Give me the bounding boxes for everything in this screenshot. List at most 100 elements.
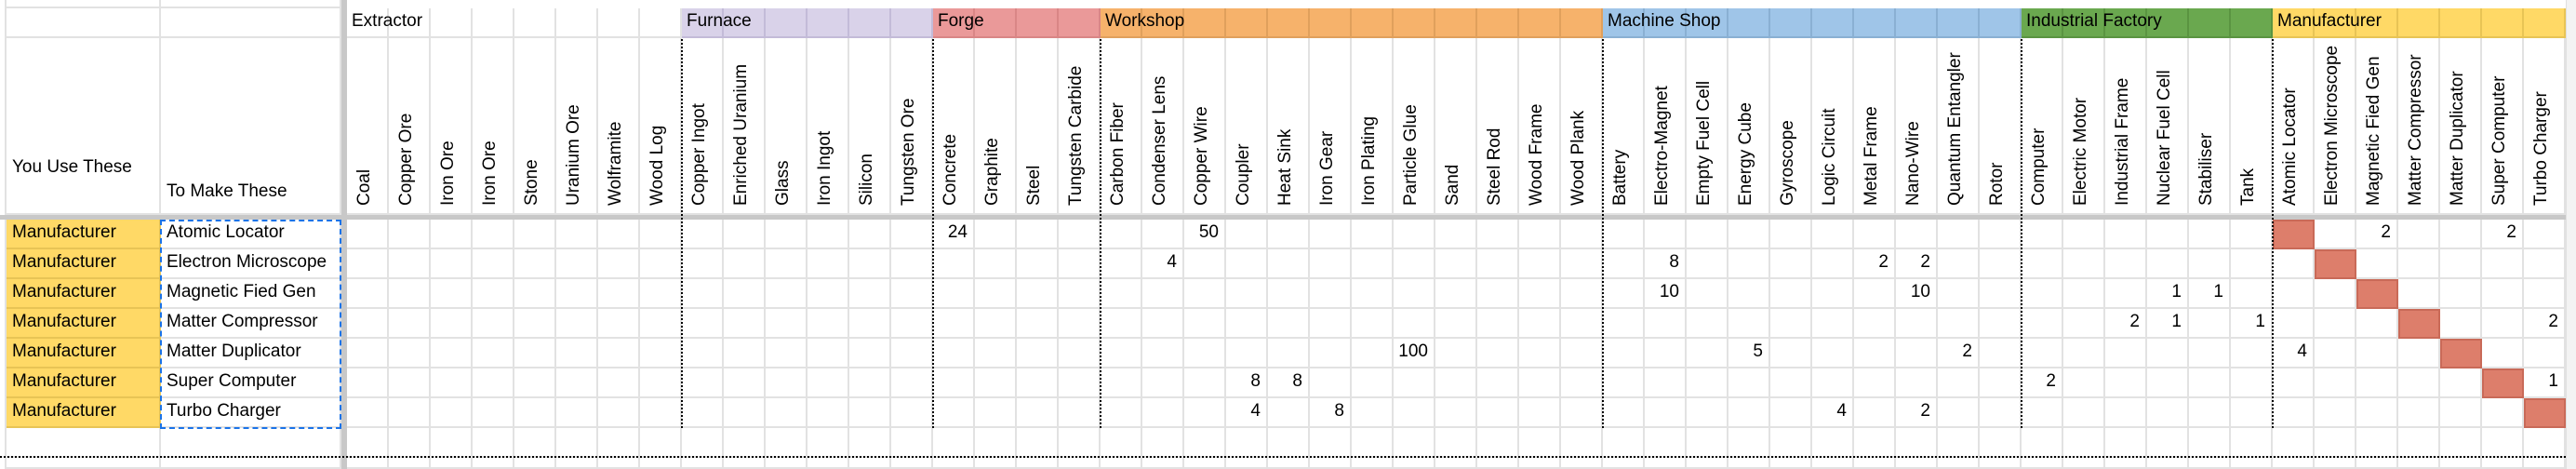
quantity-cell[interactable] (640, 249, 682, 279)
row-make-cell[interactable]: Atomic Locator (161, 220, 341, 249)
quantity-cell[interactable] (1980, 249, 2022, 279)
empty-cell[interactable] (1519, 428, 1561, 458)
quantity-cell[interactable] (1687, 368, 1728, 398)
empty-cell[interactable] (2105, 428, 2147, 458)
column-header-to-make-these[interactable]: To Make These (161, 38, 341, 215)
quantity-cell[interactable] (2105, 368, 2147, 398)
quantity-cell[interactable] (1938, 309, 1980, 339)
quantity-cell[interactable] (431, 279, 473, 309)
empty-cell[interactable] (2524, 428, 2566, 458)
quantity-cell[interactable] (1603, 398, 1645, 428)
quantity-cell[interactable] (1435, 249, 1477, 279)
quantity-cell[interactable] (2022, 309, 2063, 339)
quantity-cell[interactable] (2022, 220, 2063, 249)
quantity-cell[interactable] (1812, 279, 1854, 309)
empty-cell[interactable] (598, 428, 640, 458)
quantity-cell[interactable] (1226, 309, 1268, 339)
empty-cell[interactable] (161, 428, 341, 458)
item-header-computer[interactable]: Computer (2022, 38, 2063, 215)
quantity-cell-forge-concrete[interactable]: 24 (933, 220, 975, 249)
empty-cell[interactable] (682, 428, 724, 458)
empty-cell[interactable] (2273, 428, 2315, 458)
empty-cell[interactable] (2356, 458, 2398, 469)
empty-cell[interactable] (1938, 458, 1980, 469)
quantity-cell[interactable] (1854, 309, 1896, 339)
quantity-cell[interactable] (808, 309, 849, 339)
empty-cell[interactable] (1728, 458, 1770, 469)
item-header-condenser-lens[interactable]: Condenser Lens (1142, 38, 1184, 215)
quantity-cell[interactable] (431, 220, 473, 249)
quantity-cell[interactable] (347, 339, 389, 368)
quantity-cell[interactable] (473, 220, 514, 249)
empty-cell[interactable] (1184, 458, 1226, 469)
quantity-cell[interactable] (514, 220, 556, 249)
group-header-cell[interactable] (2398, 8, 2440, 38)
quantity-cell[interactable] (1268, 309, 1310, 339)
quantity-cell[interactable] (724, 309, 766, 339)
quantity-cell[interactable] (2189, 368, 2231, 398)
quantity-cell[interactable] (2063, 220, 2105, 249)
empty-cell[interactable] (2398, 428, 2440, 458)
quantity-cell[interactable] (975, 339, 1017, 368)
quantity-cell[interactable] (431, 339, 473, 368)
quantity-cell[interactable] (1059, 309, 1101, 339)
quantity-cell[interactable] (1101, 368, 1142, 398)
item-header-sand[interactable]: Sand (1435, 38, 1477, 215)
item-header-electro-magnet[interactable]: Electro-Magnet (1645, 38, 1687, 215)
self-reference-cell[interactable] (2440, 339, 2482, 368)
quantity-cell[interactable] (1101, 398, 1142, 428)
group-header-forge[interactable]: Forge (933, 8, 984, 38)
group-header-cell[interactable] (640, 8, 682, 38)
item-header-tungsten-ore[interactable]: Tungsten Ore (891, 38, 933, 215)
empty-cell[interactable] (1854, 428, 1896, 458)
quantity-cell[interactable] (598, 368, 640, 398)
quantity-cell[interactable] (1268, 339, 1310, 368)
empty-cell[interactable] (1226, 458, 1268, 469)
row-use-cell[interactable]: Manufacturer (7, 249, 161, 279)
group-header-cell[interactable] (2231, 8, 2273, 38)
empty-cell[interactable] (1645, 428, 1687, 458)
item-header-rotor[interactable]: Rotor (1980, 38, 2022, 215)
quantity-cell[interactable] (1352, 220, 1394, 249)
quantity-cell[interactable] (1394, 398, 1435, 428)
quantity-cell[interactable] (1477, 309, 1519, 339)
empty-cell[interactable] (2022, 428, 2063, 458)
group-header-cell[interactable] (1268, 8, 1310, 38)
quantity-cell-manufacturer-super-computer[interactable]: 2 (2482, 220, 2524, 249)
quantity-cell[interactable] (724, 220, 766, 249)
quantity-cell[interactable] (1687, 220, 1728, 249)
quantity-cell[interactable] (1896, 309, 1938, 339)
self-reference-cell[interactable] (2315, 249, 2356, 279)
quantity-cell[interactable] (975, 220, 1017, 249)
quantity-cell-machine-shop-logic-circuit[interactable]: 4 (1812, 398, 1854, 428)
empty-cell[interactable] (1059, 428, 1101, 458)
empty-cell[interactable] (933, 458, 975, 469)
self-reference-cell[interactable] (2356, 279, 2398, 309)
quantity-cell[interactable] (1394, 309, 1435, 339)
item-header-uranium-ore[interactable]: Uranium Ore (556, 38, 598, 215)
group-header-machine-shop[interactable]: Machine Shop (1603, 8, 1720, 38)
quantity-cell[interactable] (2315, 339, 2356, 368)
quantity-cell[interactable] (682, 339, 724, 368)
empty-cell[interactable] (1687, 458, 1728, 469)
self-reference-cell[interactable] (2482, 368, 2524, 398)
quantity-cell[interactable] (2231, 220, 2273, 249)
empty-cell[interactable] (1142, 458, 1184, 469)
quantity-cell[interactable] (1017, 398, 1059, 428)
empty-cell[interactable] (640, 428, 682, 458)
quantity-cell[interactable] (1896, 339, 1938, 368)
item-header-industrial-frame[interactable]: Industrial Frame (2105, 38, 2147, 215)
quantity-cell[interactable] (2356, 309, 2398, 339)
group-header-cell[interactable] (1812, 8, 1854, 38)
quantity-cell[interactable] (1980, 220, 2022, 249)
empty-cell[interactable] (2440, 428, 2482, 458)
quantity-cell[interactable] (1226, 249, 1268, 279)
quantity-cell[interactable] (1812, 220, 1854, 249)
quantity-cell[interactable] (682, 249, 724, 279)
empty-cell[interactable] (1394, 458, 1435, 469)
group-header-cell[interactable] (2189, 8, 2231, 38)
quantity-cell[interactable] (849, 398, 891, 428)
row-make-cell[interactable]: Electron Microscope (161, 249, 341, 279)
item-header-glass[interactable]: Glass (766, 38, 808, 215)
empty-cell[interactable] (161, 458, 341, 469)
